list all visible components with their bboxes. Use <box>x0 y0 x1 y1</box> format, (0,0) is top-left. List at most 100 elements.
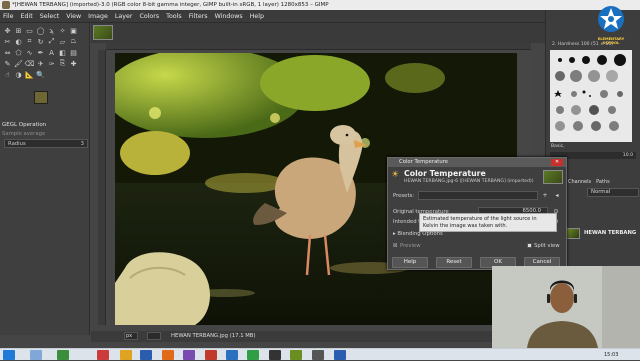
taskbar-clock: 15:03 <box>604 352 619 358</box>
paths-tool-icon[interactable]: ✒ <box>36 48 45 57</box>
foreground-select-icon[interactable]: ◐ <box>14 37 23 46</box>
radius-label: Radius <box>8 141 26 147</box>
layer-mode-select[interactable]: Normal <box>587 188 639 197</box>
menu-tools[interactable]: Tools <box>166 13 182 20</box>
sample-average-label[interactable]: Sample average <box>2 131 45 137</box>
menu-filters[interactable]: Filters <box>189 13 208 20</box>
menu-help[interactable]: Help <box>250 13 264 20</box>
preset-menu-icon[interactable]: ◂ <box>553 192 561 200</box>
presets-label: Presets: <box>393 193 415 199</box>
menu-select[interactable]: Select <box>40 13 59 20</box>
taskbar-app2-icon[interactable] <box>183 350 195 360</box>
taskbar-media-icon[interactable] <box>97 350 109 360</box>
menu-layer[interactable]: Layer <box>115 13 133 20</box>
status-bar: px HEWAN TERBANG.jpg (17.1 MB) <box>91 331 545 342</box>
taskbar-app7-icon[interactable] <box>334 350 346 360</box>
smudge-icon[interactable]: ☝ <box>3 70 12 79</box>
color-select-icon[interactable]: ▣ <box>69 26 78 35</box>
rotate-icon[interactable]: ↻ <box>36 37 45 46</box>
menu-view[interactable]: View <box>66 13 81 20</box>
dialog-subheading: HEWAN TERBANG.jpg-6 ([HEWAN TERBANG] (im… <box>404 179 534 184</box>
taskbar-app4-icon[interactable] <box>247 350 259 360</box>
taskbar-app6-icon[interactable] <box>312 350 324 360</box>
vertical-ruler <box>98 50 106 325</box>
warp-icon[interactable]: ∿ <box>25 48 34 57</box>
paintbrush-icon[interactable]: 🖌 <box>14 59 23 68</box>
image-tab-bar <box>91 23 545 43</box>
webcam-overlay <box>492 266 640 348</box>
crop-icon[interactable]: ⌗ <box>25 37 34 46</box>
foreground-color-swatch[interactable] <box>34 91 48 104</box>
free-select-icon[interactable]: ϡ <box>47 26 56 35</box>
preview-label: Preview <box>400 243 421 249</box>
taskbar-firefox-icon[interactable] <box>162 350 174 360</box>
start-button-icon[interactable] <box>3 350 15 360</box>
logo-text: ELEMENTARY SCHOOL <box>597 37 625 45</box>
taskbar-app-icon[interactable] <box>57 350 69 360</box>
fuzzy-select-icon[interactable]: ✧ <box>58 26 67 35</box>
brush-grid[interactable] <box>550 50 632 142</box>
unit-select[interactable]: px <box>124 332 138 340</box>
move-tool-icon[interactable]: ✥ <box>3 26 12 35</box>
blend-icon[interactable]: ▤ <box>69 48 78 57</box>
presets-combo[interactable] <box>418 191 538 200</box>
split-view-checkbox[interactable] <box>527 243 532 248</box>
tab-paths[interactable]: Paths <box>596 179 610 185</box>
align-tool-icon[interactable]: ⊞ <box>14 26 23 35</box>
add-preset-icon[interactable]: + <box>541 192 549 200</box>
presenter-video <box>492 266 640 348</box>
menu-file[interactable]: File <box>3 13 14 20</box>
preview-checkbox[interactable]: ☒ <box>393 243 397 249</box>
color-temperature-icon: ☀ <box>391 170 400 180</box>
eraser-icon[interactable]: ⌫ <box>25 59 35 68</box>
perspective-icon[interactable]: ⏢ <box>69 37 78 46</box>
status-file-info: HEWAN TERBANG.jpg (17.1 MB) <box>171 333 256 339</box>
heal-icon[interactable]: ✚ <box>69 59 78 68</box>
dialog-titlebar: Color Temperature <box>388 158 566 167</box>
menu-colors[interactable]: Colors <box>139 13 159 20</box>
reset-button[interactable]: Reset <box>436 257 472 268</box>
menu-image[interactable]: Image <box>88 13 108 20</box>
taskbar-vscode-icon[interactable] <box>226 350 238 360</box>
zoom-tool-icon[interactable]: 🔍 <box>36 70 45 79</box>
menu-windows[interactable]: Windows <box>215 13 243 20</box>
taskbar-app3-icon[interactable] <box>205 350 217 360</box>
ink-icon[interactable]: ✑ <box>47 59 56 68</box>
menubar: File Edit Select View Image Layer Colors… <box>0 10 545 23</box>
help-button[interactable]: Help <box>392 257 428 268</box>
shear-icon[interactable]: ▱ <box>58 37 67 46</box>
pencil-icon[interactable]: ✎ <box>3 59 12 68</box>
measure-icon[interactable]: 📐 <box>25 70 34 79</box>
zoom-select[interactable] <box>147 332 161 340</box>
taskbar-app5-icon[interactable] <box>269 350 281 360</box>
menu-edit[interactable]: Edit <box>21 13 33 20</box>
ellipse-select-icon[interactable]: ◯ <box>36 26 45 35</box>
brush-thumbnails <box>554 54 626 131</box>
bucket-fill-icon[interactable]: ◧ <box>58 48 67 57</box>
airbrush-icon[interactable]: ✈ <box>36 59 45 68</box>
taskbar-chrome-icon[interactable] <box>120 350 132 360</box>
taskbar: 15:03 <box>0 348 640 360</box>
color-temperature-dialog: Color Temperature ✕ ☀ Color Temperature … <box>387 157 567 270</box>
scissors-icon[interactable]: ✂ <box>3 37 12 46</box>
flip-icon[interactable]: ⇔ <box>3 48 12 57</box>
clone-icon[interactable]: ⎘ <box>58 59 67 68</box>
layer-item[interactable]: HEWAN TERBANG <box>566 227 640 240</box>
rect-select-icon[interactable]: ▭ <box>25 26 34 35</box>
taskbar-gimp-icon[interactable] <box>290 350 302 360</box>
window-title: *[HEWAN TERBANG] (imported)-3.0 (RGB col… <box>12 2 329 8</box>
taskbar-explorer-icon[interactable] <box>30 350 42 360</box>
layer-name: HEWAN TERBANG <box>584 230 637 236</box>
text-tool-icon[interactable]: A <box>47 48 56 57</box>
window-titlebar: *[HEWAN TERBANG] (imported)-3.0 (RGB col… <box>0 0 640 10</box>
radius-field[interactable]: Radius 3 <box>4 139 88 148</box>
image-tab-thumbnail[interactable] <box>93 25 113 40</box>
tab-channels[interactable]: Channels <box>568 179 591 185</box>
layer-thumbnail <box>566 228 580 239</box>
dialog-close-button[interactable]: ✕ <box>551 159 563 166</box>
dodge-burn-icon[interactable]: ◑ <box>14 70 23 79</box>
tool-grid: ✥ ⊞ ▭ ◯ ϡ ✧ ▣ ✂ ◐ ⌗ ↻ ⤢ ▱ ⏢ ⇔ ⬠ ∿ ✒ A ◧ … <box>3 26 87 79</box>
taskbar-word-icon[interactable] <box>140 350 152 360</box>
cage-icon[interactable]: ⬠ <box>14 48 23 57</box>
scale-icon[interactable]: ⤢ <box>47 37 56 46</box>
